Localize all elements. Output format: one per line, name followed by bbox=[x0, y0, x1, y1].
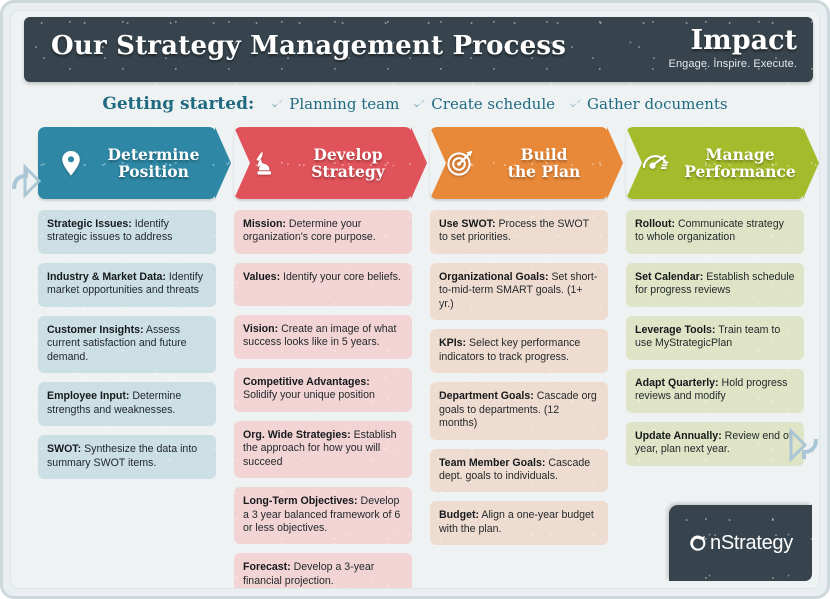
process-card[interactable]: Vision: Create an image of what success … bbox=[234, 314, 412, 359]
card-term: Customer Insights: bbox=[47, 323, 144, 336]
card-term: Team Member Goals: bbox=[439, 456, 546, 469]
card-list-develop-strategy: Mission: Determine your organization's c… bbox=[234, 210, 412, 588]
card-term: Adapt Quarterly: bbox=[635, 376, 719, 389]
process-card[interactable]: Budget: Align a one-year budget with the… bbox=[430, 501, 608, 546]
chess-knight-icon bbox=[247, 146, 281, 180]
card-term: Mission: bbox=[243, 218, 286, 230]
process-card[interactable]: Competitive Advantages: Solidify your un… bbox=[234, 367, 412, 412]
card-term: Use SWOT: bbox=[439, 218, 496, 230]
getting-started-item-create-schedule: Create schedule bbox=[412, 95, 555, 113]
column-header-develop-strategy[interactable]: Develop Strategy bbox=[234, 127, 412, 199]
column-title: Manage Performance bbox=[680, 144, 804, 181]
card-list-build-the-plan: Use SWOT: Process the SWOT to set priori… bbox=[430, 210, 608, 546]
card-term: Rollout: bbox=[635, 218, 676, 230]
getting-started-label: Getting started: bbox=[102, 94, 255, 114]
card-list-determine-position: Strategic Issues: Identify strategic iss… bbox=[38, 210, 216, 479]
column-determine-position: Determine Position Strategic Issues: Ide… bbox=[29, 127, 225, 588]
card-term: SWOT: bbox=[47, 443, 82, 456]
card-term: Long-Term Objectives: bbox=[243, 495, 358, 508]
column-title: Build the Plan bbox=[484, 144, 608, 181]
process-card[interactable]: Use SWOT: Process the SWOT to set priori… bbox=[430, 210, 608, 254]
card-term: Forecast: bbox=[243, 561, 291, 574]
getting-started-item-label: Gather documents bbox=[587, 95, 728, 113]
check-icon bbox=[270, 97, 284, 111]
process-card[interactable]: SWOT: Synthesize the data into summary S… bbox=[38, 435, 216, 479]
process-card[interactable]: Values: Identify your core beliefs. bbox=[234, 262, 412, 306]
card-term: Employee Input: bbox=[47, 390, 130, 403]
process-card[interactable]: Rollout: Communicate strategy to whole o… bbox=[626, 210, 804, 254]
process-card[interactable]: Adapt Quarterly: Hold progress reviews a… bbox=[626, 368, 804, 413]
process-card[interactable]: Strategic Issues: Identify strategic iss… bbox=[38, 210, 216, 254]
column-header-determine-position[interactable]: Determine Position bbox=[38, 127, 216, 199]
column-build-the-plan: Build the Plan Use SWOT: Process the SWO… bbox=[421, 127, 617, 588]
masthead: Our Strategy Management Process Impact E… bbox=[24, 17, 813, 82]
brand-name: Impact bbox=[690, 25, 797, 56]
column-title-line1: Develop bbox=[313, 144, 383, 164]
card-term: Organizational Goals: bbox=[439, 270, 549, 283]
speedometer-icon bbox=[639, 146, 673, 180]
card-term: Values: bbox=[243, 270, 281, 283]
brand-tagline: Engage. Inspire. Execute. bbox=[668, 58, 797, 70]
onstrategy-logo-plate[interactable]: nStrategy bbox=[669, 505, 812, 581]
getting-started-item-gather-documents: Gather documents bbox=[568, 95, 728, 113]
process-card[interactable]: Long-Term Objectives: Develop a 3 year b… bbox=[234, 487, 412, 545]
process-card[interactable]: Team Member Goals: Cascade dept. goals t… bbox=[430, 448, 608, 493]
process-card[interactable]: Department Goals: Cascade org goals to d… bbox=[430, 382, 608, 440]
column-title: Determine Position bbox=[95, 144, 216, 181]
card-list-manage-performance: Rollout: Communicate strategy to whole o… bbox=[626, 210, 804, 466]
process-card[interactable]: Org. Wide Strategies: Establish the appr… bbox=[234, 420, 412, 479]
column-title: Develop Strategy bbox=[288, 144, 412, 181]
card-term: KPIs: bbox=[439, 337, 467, 350]
card-term: Strategic Issues: bbox=[47, 218, 132, 230]
process-card[interactable]: Organizational Goals: Set short-to-mid-t… bbox=[430, 262, 608, 321]
column-title-line2: Strategy bbox=[311, 162, 385, 181]
card-text: Identify your core beliefs. bbox=[280, 270, 401, 283]
map-pin-icon bbox=[54, 146, 88, 180]
column-title-line2: the Plan bbox=[507, 162, 581, 181]
column-title-line2: Position bbox=[118, 162, 189, 181]
cycle-arrow-left-icon bbox=[12, 159, 42, 210]
column-develop-strategy: Develop Strategy Mission: Determine your… bbox=[225, 127, 421, 588]
process-card[interactable]: Forecast: Develop a 3-year financial pro… bbox=[234, 553, 412, 588]
process-card[interactable]: Set Calendar: Establish schedule for pro… bbox=[626, 262, 804, 307]
brand-block: Impact Engage. Inspire. Execute. bbox=[669, 27, 797, 70]
onstrategy-logo: nStrategy bbox=[688, 532, 793, 555]
column-title-line1: Manage bbox=[705, 144, 775, 164]
card-term: Update Annually: bbox=[635, 429, 722, 442]
cycle-arrow-right-icon bbox=[788, 423, 818, 474]
onstrategy-logo-text: nStrategy bbox=[710, 531, 793, 554]
getting-started-item-label: Planning team bbox=[289, 95, 400, 113]
getting-started-item-label: Create schedule bbox=[431, 95, 556, 113]
card-term: Department Goals: bbox=[439, 390, 534, 403]
process-card[interactable]: Leverage Tools: Train team to use MyStra… bbox=[626, 315, 804, 360]
poster-inner-frame: Our Strategy Management Process Impact E… bbox=[10, 10, 820, 589]
process-card[interactable]: Mission: Determine your organization's c… bbox=[234, 210, 412, 254]
process-card[interactable]: Industry & Market Data: Identify market … bbox=[38, 262, 216, 307]
process-card[interactable]: KPIs: Select key performance indicators … bbox=[430, 329, 608, 374]
check-icon bbox=[412, 97, 426, 111]
process-card[interactable]: Employee Input: Determine strengths and … bbox=[38, 382, 216, 427]
check-icon bbox=[568, 97, 582, 111]
card-term: Competitive Advantages: bbox=[243, 375, 370, 388]
process-card[interactable]: Customer Insights: Assess current satisf… bbox=[38, 315, 216, 374]
card-term: Vision: bbox=[243, 322, 279, 335]
column-title-line2: Performance bbox=[684, 162, 796, 181]
infographic-poster: Our Strategy Management Process Impact E… bbox=[0, 0, 830, 599]
card-text: Solidify your unique position bbox=[243, 389, 375, 402]
card-term: Budget: bbox=[439, 509, 480, 522]
column-header-build-the-plan[interactable]: Build the Plan bbox=[430, 127, 608, 199]
card-term: Industry & Market Data: bbox=[47, 270, 166, 283]
page-title: Our Strategy Management Process bbox=[51, 31, 567, 61]
column-header-manage-performance[interactable]: Manage Performance bbox=[626, 127, 804, 199]
card-term: Set Calendar: bbox=[635, 270, 704, 283]
column-title-line1: Determine bbox=[107, 144, 200, 164]
card-term: Leverage Tools: bbox=[635, 323, 716, 336]
target-arrow-icon bbox=[443, 146, 477, 180]
getting-started-item-planning-team: Planning team bbox=[270, 95, 399, 113]
column-title-line1: Build bbox=[520, 144, 568, 164]
process-card[interactable]: Update Annually: Review end of year, pla… bbox=[626, 421, 804, 466]
card-term: Org. Wide Strategies: bbox=[243, 428, 351, 441]
o-swirl-icon bbox=[688, 533, 709, 554]
getting-started-row: Getting started: Planning team Create sc… bbox=[11, 91, 819, 117]
